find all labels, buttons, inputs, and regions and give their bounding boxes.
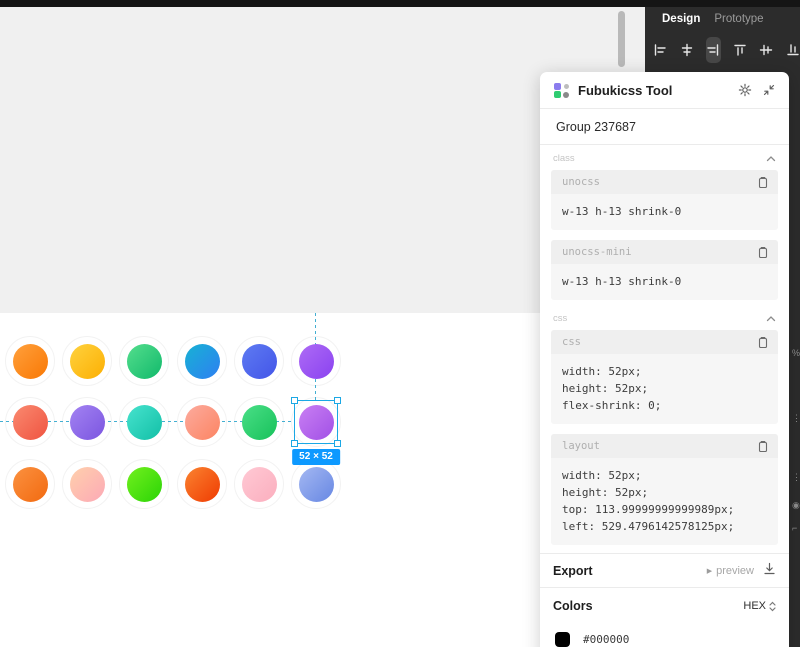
copy-icon[interactable] — [757, 440, 769, 453]
figma-window: 52 × 52 Design Prototype % ⋮ ⋮ ◉ ⌐ Fubuk… — [0, 0, 800, 647]
selection-box — [291, 397, 341, 447]
selection-handle-top-left[interactable] — [291, 397, 298, 404]
card-label: unocss-mini — [562, 246, 632, 258]
peek-frame-glyph: ⌐ — [792, 523, 798, 533]
color-dot[interactable] — [184, 466, 220, 502]
preview-button[interactable]: ▶ preview — [707, 565, 754, 577]
preview-arrow-icon: ▶ — [706, 567, 713, 575]
selection-handle-bottom-right[interactable] — [334, 440, 341, 447]
color-dot[interactable] — [126, 343, 162, 379]
selected-layer-name: Group 237687 — [556, 119, 636, 134]
section-class: class — [551, 150, 778, 167]
color-swatch-black[interactable] — [555, 631, 570, 647]
peek-eye-glyph: ◉ — [792, 500, 800, 510]
align-vertical-centers-icon[interactable] — [759, 37, 774, 63]
section-css: css — [551, 310, 778, 327]
colors-label: Colors — [553, 599, 593, 613]
panel-header: Fubukicss Tool — [540, 72, 789, 108]
copy-icon[interactable] — [757, 176, 769, 189]
color-dot[interactable] — [298, 343, 334, 379]
color-dot[interactable] — [69, 466, 105, 502]
section-css-label: css — [553, 313, 568, 324]
selection-size-badge: 52 × 52 — [292, 449, 340, 465]
card-label: layout — [562, 440, 600, 452]
color-format-select[interactable]: HEX — [743, 600, 776, 612]
unocss-mini-code: w-13 h-13 shrink-0 — [562, 275, 682, 288]
alignment-toolbar — [645, 25, 800, 63]
fubukicss-logo-icon — [554, 82, 569, 98]
card-label: unocss — [562, 176, 600, 188]
color-dot[interactable] — [69, 404, 105, 440]
color-dot[interactable] — [126, 404, 162, 440]
css-code: width: 52px; height: 52px; flex-shrink: … — [562, 365, 662, 412]
align-bottom-icon[interactable] — [786, 37, 800, 63]
code-card-css: css width: 52px; height: 52px; flex-shri… — [551, 330, 778, 424]
fubukicss-panel: Fubukicss Tool Group 237687 class unocss… — [540, 72, 789, 647]
code-card-layout: layout width: 52px; height: 52px; top: 1… — [551, 434, 778, 545]
card-label: css — [562, 336, 581, 348]
settings-gear-icon[interactable] — [738, 83, 752, 97]
colors-row: Colors HEX — [540, 588, 789, 624]
color-dot[interactable] — [126, 466, 162, 502]
color-dot[interactable] — [298, 466, 334, 502]
chevron-up-icon[interactable] — [766, 315, 776, 322]
preview-label: preview — [716, 564, 754, 577]
peek-dots-glyph: ⋮ — [792, 472, 800, 482]
peek-dots-glyph: ⋮ — [792, 413, 800, 423]
unocss-code: w-13 h-13 shrink-0 — [562, 205, 682, 218]
export-row: Export ▶ preview — [540, 554, 789, 587]
code-card-unocss-mini: unocss-mini w-13 h-13 shrink-0 — [551, 240, 778, 300]
copy-icon[interactable] — [757, 336, 769, 349]
selection-handle-top-right[interactable] — [334, 397, 341, 404]
updown-chevrons-icon — [769, 601, 776, 611]
section-class-label: class — [553, 153, 575, 164]
collapse-panel-icon[interactable] — [763, 84, 775, 96]
export-label: Export — [553, 563, 593, 578]
panel-title: Fubukicss Tool — [578, 82, 673, 98]
color-dot[interactable] — [69, 343, 105, 379]
color-format-value: HEX — [743, 600, 766, 612]
align-right-icon[interactable] — [706, 37, 721, 63]
swatch-list: #000000 #ffffff — [540, 624, 789, 647]
color-dot[interactable] — [241, 343, 277, 379]
align-left-icon[interactable] — [653, 37, 668, 63]
swatch-hex-value: #000000 — [583, 632, 630, 646]
chevron-up-icon[interactable] — [766, 155, 776, 162]
color-dot[interactable] — [12, 343, 48, 379]
color-dot[interactable] — [184, 404, 220, 440]
color-dot[interactable] — [12, 466, 48, 502]
copy-icon[interactable] — [757, 246, 769, 259]
code-card-unocss: unocss w-13 h-13 shrink-0 — [551, 170, 778, 230]
peek-percent-glyph: % — [792, 348, 800, 358]
align-horizontal-centers-icon[interactable] — [680, 37, 695, 63]
color-dot[interactable] — [12, 404, 48, 440]
color-dot[interactable] — [184, 343, 220, 379]
align-top-icon[interactable] — [733, 37, 748, 63]
color-dot[interactable] — [241, 466, 277, 502]
tab-prototype[interactable]: Prototype — [714, 13, 763, 25]
tab-design[interactable]: Design — [662, 13, 700, 25]
canvas-scrollbar[interactable] — [618, 11, 625, 67]
color-dot[interactable] — [241, 404, 277, 440]
download-icon[interactable] — [763, 562, 776, 580]
top-toolbar — [0, 0, 800, 7]
swatch-row: #000000 — [555, 626, 774, 647]
selection-handle-bottom-left[interactable] — [291, 440, 298, 447]
layout-code: width: 52px; height: 52px; top: 113.9999… — [562, 469, 735, 533]
